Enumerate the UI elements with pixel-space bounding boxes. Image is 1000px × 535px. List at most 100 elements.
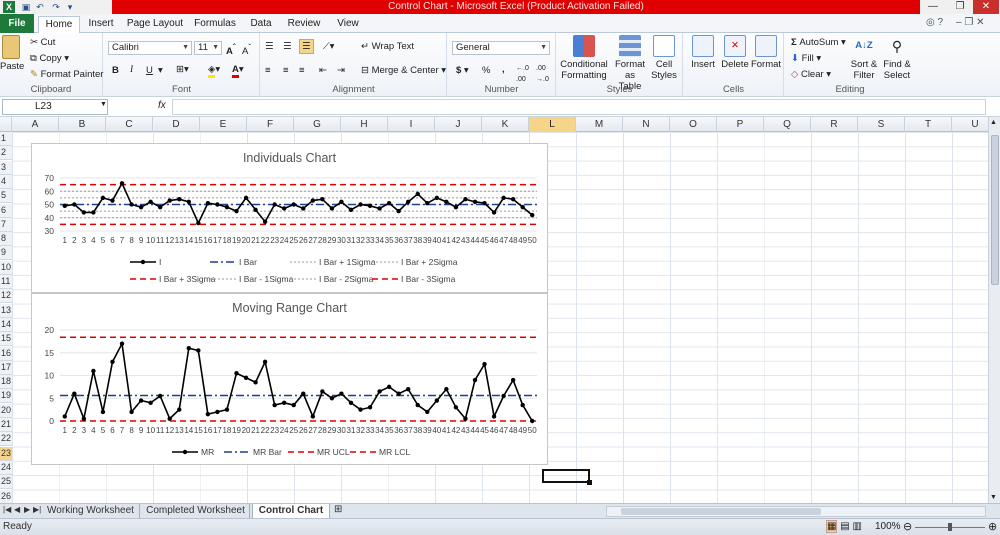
- row-header-12[interactable]: 12: [0, 289, 12, 304]
- row-header-2[interactable]: 2: [0, 146, 12, 161]
- column-header-f[interactable]: F: [247, 117, 294, 132]
- zoom-in-icon[interactable]: ⊕: [988, 520, 997, 533]
- restore-icon[interactable]: ❐: [947, 0, 973, 14]
- row-header-9[interactable]: 9: [0, 246, 12, 261]
- column-header-g[interactable]: G: [294, 117, 341, 132]
- find-select-button[interactable]: ⚲ Find & Select: [881, 35, 913, 81]
- row-header-22[interactable]: 22: [0, 432, 12, 447]
- zoom-slider-knob[interactable]: [948, 523, 952, 531]
- tab-review[interactable]: Review: [284, 16, 324, 33]
- bold-button[interactable]: B: [112, 65, 119, 76]
- row-header-20[interactable]: 20: [0, 403, 12, 418]
- align-bottom-icon[interactable]: ☰: [299, 39, 314, 54]
- format-cells-button[interactable]: Format: [750, 35, 782, 70]
- qat-dropdown-icon[interactable]: ▾: [64, 1, 76, 13]
- number-format-select[interactable]: General ▼: [452, 41, 550, 55]
- row-header-25[interactable]: 25: [0, 475, 12, 490]
- column-header-s[interactable]: S: [858, 117, 905, 132]
- minimize-icon[interactable]: —: [920, 0, 946, 14]
- close-icon[interactable]: ✕: [973, 0, 999, 14]
- row-header-4[interactable]: 4: [0, 174, 12, 189]
- underline-button[interactable]: U: [146, 65, 153, 76]
- align-center-icon[interactable]: ≡: [283, 65, 289, 76]
- column-header-n[interactable]: N: [623, 117, 670, 132]
- currency-button[interactable]: $ ▾: [456, 65, 469, 76]
- font-size-select[interactable]: 11 ▼: [194, 41, 222, 55]
- column-header-m[interactable]: M: [576, 117, 623, 132]
- name-box[interactable]: L23: [2, 99, 108, 115]
- undo-icon[interactable]: ↶: [34, 1, 46, 13]
- page-break-view-icon[interactable]: ▥: [852, 521, 861, 532]
- formula-input[interactable]: [172, 99, 986, 115]
- conditional-formatting-button[interactable]: Conditional Formatting: [559, 35, 609, 81]
- decrease-decimal-icon[interactable]: .00 →.0: [536, 63, 549, 85]
- copy-button[interactable]: ⧉ Copy ▾: [30, 53, 69, 64]
- row-header-15[interactable]: 15: [0, 332, 12, 347]
- row-header-19[interactable]: 19: [0, 389, 12, 404]
- tab-formulas[interactable]: Formulas: [192, 16, 238, 33]
- align-top-icon[interactable]: ☰: [265, 41, 274, 52]
- cut-button[interactable]: ✂ Cut: [30, 37, 55, 48]
- column-header-a[interactable]: A: [12, 117, 59, 132]
- excel-app-icon[interactable]: X: [3, 1, 15, 13]
- grow-font-icon[interactable]: Aˆ: [226, 42, 236, 57]
- column-header-i[interactable]: I: [388, 117, 435, 132]
- horizontal-scroll-thumb[interactable]: [621, 508, 821, 515]
- insert-cells-button[interactable]: Insert: [688, 35, 718, 70]
- column-header-r[interactable]: R: [811, 117, 858, 132]
- borders-icon[interactable]: ⊞▾: [176, 64, 189, 75]
- orientation-icon[interactable]: ⟋▾: [323, 41, 334, 52]
- vertical-scrollbar[interactable]: ▲ ▼: [988, 117, 1000, 503]
- shrink-font-icon[interactable]: Aˇ: [242, 42, 251, 57]
- normal-view-icon[interactable]: ▦: [826, 520, 838, 533]
- ribbon-window-controls-icon[interactable]: – ❐ ✕: [956, 17, 984, 28]
- row-header-26[interactable]: 26: [0, 489, 12, 503]
- view-buttons[interactable]: ▦ ▤ ▥: [826, 520, 862, 533]
- prev-sheet-icon[interactable]: ◀: [14, 505, 20, 514]
- fill-color-icon[interactable]: ◈▾: [208, 64, 220, 78]
- increase-indent-icon[interactable]: ⇥: [337, 65, 345, 76]
- page-layout-view-icon[interactable]: ▤: [840, 521, 849, 532]
- next-sheet-icon[interactable]: ▶: [24, 505, 30, 514]
- scroll-up-icon[interactable]: ▲: [990, 119, 997, 126]
- row-header-8[interactable]: 8: [0, 232, 12, 247]
- italic-button[interactable]: I: [130, 65, 133, 76]
- tab-page-layout[interactable]: Page Layout: [126, 16, 184, 33]
- row-header-1[interactable]: 1: [0, 132, 12, 146]
- horizontal-scrollbar[interactable]: [606, 506, 986, 517]
- new-sheet-icon[interactable]: ⊞: [334, 504, 342, 515]
- clear-button[interactable]: ◇ Clear ▾: [791, 69, 831, 80]
- column-header-l[interactable]: L: [529, 117, 576, 132]
- column-header-u[interactable]: U: [952, 117, 988, 132]
- select-all-corner[interactable]: [0, 117, 12, 132]
- cell-styles-button[interactable]: Cell Styles: [649, 35, 679, 81]
- zoom-slider[interactable]: [915, 523, 985, 531]
- row-header-3[interactable]: 3: [0, 160, 12, 175]
- tab-view[interactable]: View: [334, 16, 362, 33]
- vertical-scroll-thumb[interactable]: [991, 135, 999, 285]
- underline-dropdown-icon[interactable]: ▾: [158, 65, 163, 76]
- row-header-13[interactable]: 13: [0, 303, 12, 318]
- sheet-tab-control-chart[interactable]: Control Chart: [252, 504, 330, 518]
- row-header-18[interactable]: 18: [0, 375, 12, 390]
- column-header-t[interactable]: T: [905, 117, 952, 132]
- redo-icon[interactable]: ↷: [50, 1, 62, 13]
- column-header-k[interactable]: K: [482, 117, 529, 132]
- column-header-q[interactable]: Q: [764, 117, 811, 132]
- row-header-23[interactable]: 23: [0, 446, 12, 461]
- row-header-7[interactable]: 7: [0, 217, 12, 232]
- font-color-icon[interactable]: A▾: [232, 64, 244, 78]
- tab-home[interactable]: Home: [38, 16, 80, 33]
- tab-file[interactable]: File: [0, 14, 34, 33]
- row-header-16[interactable]: 16: [0, 346, 12, 361]
- row-header-11[interactable]: 11: [0, 275, 12, 289]
- zoom-out-icon[interactable]: ⊖: [903, 520, 912, 533]
- align-middle-icon[interactable]: ☰: [283, 41, 292, 52]
- save-icon[interactable]: ▣: [20, 1, 32, 13]
- active-cell[interactable]: [542, 469, 592, 485]
- first-sheet-icon[interactable]: |◀: [3, 505, 11, 514]
- row-header-6[interactable]: 6: [0, 203, 12, 218]
- align-left-icon[interactable]: ≡: [265, 65, 271, 76]
- sort-filter-button[interactable]: A↓Z Sort & Filter: [849, 35, 879, 81]
- row-header-24[interactable]: 24: [0, 460, 12, 475]
